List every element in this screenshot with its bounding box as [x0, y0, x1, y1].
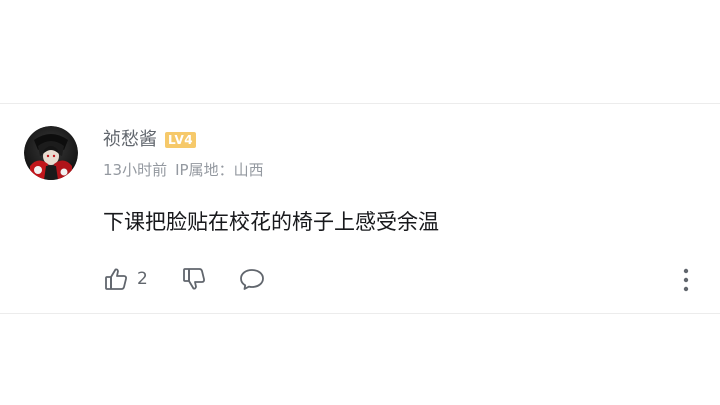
speech-bubble-icon — [238, 266, 266, 292]
vertical-ellipsis-icon — [682, 267, 690, 293]
comment-item: 祯愁酱 LV4 13小时前 IP属地：山西 下课把脸贴在校花的椅子上感受余温 2 — [0, 104, 720, 313]
comment-page: 祯愁酱 LV4 13小时前 IP属地：山西 下课把脸贴在校花的椅子上感受余温 2 — [0, 0, 720, 405]
comment-time: 13小时前 — [103, 161, 168, 179]
username[interactable]: 祯愁酱 — [103, 128, 157, 152]
level-badge: LV4 — [165, 132, 197, 148]
avatar[interactable] — [24, 126, 78, 180]
more-options-button[interactable] — [682, 267, 690, 293]
next-comment-area — [0, 314, 720, 405]
comment-text: 下课把脸贴在校花的椅子上感受余温 — [103, 210, 439, 234]
dislike-button[interactable] — [181, 266, 207, 292]
like-count: 2 — [137, 269, 148, 289]
reply-button[interactable] — [238, 266, 266, 292]
username-row: 祯愁酱 LV4 — [103, 128, 197, 152]
ip-location: IP属地：山西 — [175, 161, 264, 179]
thumbs-up-icon — [103, 266, 129, 292]
previous-comment-area — [0, 0, 720, 103]
comment-meta: 13小时前 IP属地：山西 — [103, 160, 264, 180]
thumbs-down-icon — [181, 266, 207, 292]
avatar-image — [24, 126, 78, 180]
comment-actions: 2 — [103, 265, 266, 293]
like-button[interactable]: 2 — [103, 266, 148, 292]
